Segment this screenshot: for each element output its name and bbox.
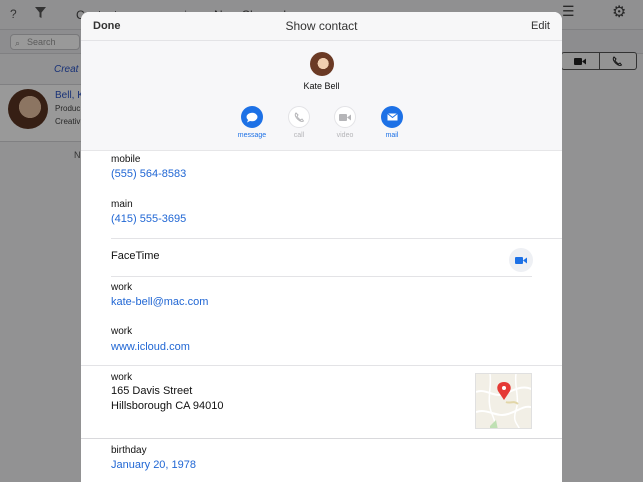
envelope-icon [381, 106, 403, 128]
avatar [310, 52, 334, 76]
mail-label: mail [385, 132, 399, 139]
email-value-work[interactable]: kate-bell@mac.com [111, 296, 208, 308]
phone-icon [288, 106, 310, 128]
url-label-work: work [111, 326, 133, 337]
page-title: Show contact [285, 19, 358, 33]
navigation-bar: Done Show contact Edit [81, 12, 562, 41]
video-label: video [336, 132, 354, 139]
facetime-video-button[interactable] [509, 248, 533, 272]
call-button[interactable]: call [284, 106, 314, 139]
video-button[interactable]: video [330, 106, 360, 139]
address-label: work [111, 372, 133, 383]
phone-label-mobile: mobile [111, 154, 141, 165]
contact-actions: message call video mail [237, 106, 407, 144]
divider [81, 438, 562, 439]
address-line-2[interactable]: Hillsborough CA 94010 [111, 400, 224, 412]
address-map-thumbnail[interactable] [475, 373, 532, 429]
address-line-1[interactable]: 165 Davis Street [111, 385, 192, 397]
call-label: call [293, 132, 305, 139]
edit-button[interactable]: Edit [531, 20, 550, 32]
url-value-work[interactable]: www.icloud.com [111, 341, 190, 353]
contact-name: Kate Bell [303, 81, 340, 91]
mail-button[interactable]: mail [377, 106, 407, 139]
message-button[interactable]: message [237, 106, 267, 139]
video-camera-icon [334, 106, 356, 128]
contact-header: Kate Bell message call video mail [81, 41, 562, 151]
facetime-label: FaceTime [111, 250, 160, 262]
divider [111, 238, 562, 239]
map-pin-icon [497, 382, 511, 400]
phone-value-mobile[interactable]: (555) 564-8583 [111, 168, 186, 180]
message-icon [241, 106, 263, 128]
email-label-work: work [111, 282, 133, 293]
divider [81, 365, 562, 366]
phone-label-main: main [111, 199, 133, 210]
divider [111, 276, 532, 277]
birthday-label: birthday [111, 445, 147, 456]
show-contact-sheet: Done Show contact Edit Kate Bell message… [81, 12, 562, 482]
birthday-value[interactable]: January 20, 1978 [111, 459, 196, 471]
phone-value-main[interactable]: (415) 555-3695 [111, 213, 186, 225]
message-label: message [237, 132, 267, 139]
video-camera-icon [515, 256, 527, 264]
